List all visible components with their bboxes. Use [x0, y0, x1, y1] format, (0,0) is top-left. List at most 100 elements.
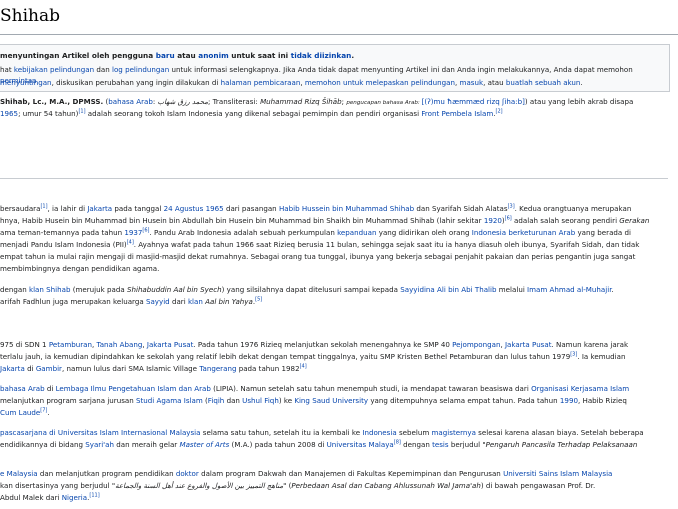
link-1965[interactable]: 1965: [0, 109, 18, 118]
text: ama teman-temannya pada tahun: [0, 228, 125, 237]
link-studi-agama-islam[interactable]: Studi Agama Islam: [136, 396, 203, 405]
link-bahasa-arab[interactable]: bahasa Arab: [0, 384, 45, 393]
pronunciation-label: pengucapan bahasa Arab:: [346, 100, 422, 106]
link-doktor[interactable]: doktor: [176, 469, 199, 478]
link-log-pelindungan[interactable]: log pelindungan: [112, 65, 169, 74]
link-kepanduan[interactable]: kepanduan: [337, 228, 376, 237]
link-syariah[interactable]: Syari'ah: [85, 440, 114, 449]
citation-2[interactable]: [2]: [496, 109, 503, 115]
p4-line-2: melanjutkan program sarjana jurusan Stud…: [0, 396, 627, 407]
link-pejompongan[interactable]: Pejompongan: [452, 340, 500, 349]
citation-1[interactable]: [1]: [78, 109, 85, 115]
link-king-saud[interactable]: King Saud University: [294, 396, 368, 405]
link-sayyid[interactable]: Sayyid: [146, 297, 170, 306]
link-halaman-pembicaraan[interactable]: halaman pembicaraan: [221, 78, 301, 87]
lead-text: ; umur 54 tahun): [18, 109, 79, 118]
text: empat tahun ia mulai rajin mengaji di ma…: [0, 252, 636, 261]
link-1937[interactable]: 1937: [124, 228, 142, 237]
p1-line-5: empat tahun ia mulai rajin mengaji di ma…: [0, 252, 635, 263]
text: , Habib Rizieq: [577, 396, 627, 405]
link-tesis[interactable]: tesis: [432, 440, 449, 449]
text: bersaudara: [0, 204, 41, 213]
citation[interactable]: [4]: [300, 364, 307, 370]
link-magister[interactable]: magisternya: [432, 428, 476, 437]
citation[interactable]: [8]: [394, 440, 401, 446]
p6-line-3: Abdul Malek dari Nigeria.[11]: [0, 493, 100, 504]
link-imam-ahmad[interactable]: Imam Ahmad al-Muhajir: [527, 285, 611, 294]
link-tangerang[interactable]: Tangerang: [199, 364, 236, 373]
p2-line-1: dengan klan Shihab (merujuk pada Shihabu…: [0, 285, 614, 296]
link-tidak-diizinkan[interactable]: tidak diizinkan: [291, 51, 352, 60]
link-habib-hussein[interactable]: Habib Hussein bin Muhammad Shihab: [279, 204, 414, 213]
link-buat-akun[interactable]: buatlah sebuah akun: [506, 78, 581, 87]
text: terlalu jauh, ia kemudian dipindahkan ke…: [0, 352, 571, 361]
text: Abdul Malek dari: [0, 493, 62, 502]
citation[interactable]: [5]: [255, 297, 262, 303]
link-fiqih[interactable]: Fiqih: [208, 396, 225, 405]
arabic-title: مناهج التمييز بين الأصول والفروع عند أهل…: [115, 482, 284, 490]
link-pascasarjana[interactable]: pascasarjana di: [0, 428, 58, 437]
p1-line-3: ama teman-temannya pada tahun 1937[6]. P…: [0, 228, 631, 239]
link-cum-laude[interactable]: Cum Laude: [0, 408, 40, 417]
link-indonesia-arab[interactable]: Indonesia berketurunan Arab: [472, 228, 575, 237]
text: (merujuk pada: [70, 285, 127, 294]
page-title: Shihab: [0, 6, 60, 26]
link-lipia[interactable]: Lembaga Ilmu Pengetahuan Islam dan Arab: [56, 384, 211, 393]
text: membimbingnya dengan pendidikan agama.: [0, 264, 160, 273]
link-gambir[interactable]: Gambir: [36, 364, 62, 373]
citation[interactable]: [1]: [40, 204, 47, 210]
link-ali-bin-abi-thalib[interactable]: Sayyidina Ali bin Abi Thalib: [400, 285, 496, 294]
text: hnya, Habib Husein bin Muhammad bin Huse…: [0, 216, 484, 225]
link-kebijakan-pelindungan[interactable]: kebijakan pelindungan: [14, 65, 94, 74]
link-masuk[interactable]: masuk: [460, 78, 484, 87]
link-ushul-fiqh[interactable]: Ushul Fiqh: [242, 396, 279, 405]
link-petamburan[interactable]: Petamburan: [49, 340, 92, 349]
link-date[interactable]: 24 Agustus 1965: [164, 204, 224, 213]
link-ipa[interactable]: [(ʔ)mu ħæmmæd rizq ʃiha:b]: [422, 97, 525, 106]
link-nigeria[interactable]: Nigeria: [62, 493, 87, 502]
link-universitas-malaya[interactable]: Universitas Malaya: [327, 440, 394, 449]
link-tanah-abang[interactable]: Tanah Abang: [97, 340, 143, 349]
link-memohon-melepaskan[interactable]: memohon untuk melepaskan pelindungan: [305, 78, 455, 87]
link-uiim[interactable]: Universitas Islam Internasional Malaysia: [58, 428, 201, 437]
link-indonesia[interactable]: Indonesia: [362, 428, 396, 437]
p5-line-2: endidikannya di bidang Syari'ah dan mera…: [0, 440, 637, 451]
citation[interactable]: [6]: [505, 216, 512, 222]
notice-text: .: [580, 78, 583, 87]
text: . Pada tahun 1976 Rizieq melanjutkan sek…: [193, 340, 453, 349]
text: arifah Fadhlun juga merupakan keluarga: [0, 297, 146, 306]
link-master-of-arts[interactable]: Master of Arts: [179, 440, 229, 449]
citation[interactable]: [6]: [142, 228, 149, 234]
link-1990[interactable]: 1990: [560, 396, 578, 405]
link-oki[interactable]: Organisasi Kerjasama Islam: [531, 384, 629, 393]
notice-text: atau: [174, 51, 199, 60]
link-jakarta[interactable]: Jakarta: [0, 364, 25, 373]
text: pada tanggal: [112, 204, 164, 213]
citation[interactable]: [3]: [508, 204, 515, 210]
text: dengan: [0, 285, 29, 294]
text: .: [47, 408, 50, 417]
link-jakarta-pusat[interactable]: Jakarta Pusat: [505, 340, 552, 349]
citation[interactable]: [4]: [127, 240, 134, 246]
link-klan[interactable]: klan: [188, 297, 203, 306]
text: adalah salah seorang pendiri: [511, 216, 620, 225]
link-1920[interactable]: 1920: [484, 216, 502, 225]
link-jakarta[interactable]: Jakarta: [87, 204, 112, 213]
p1-line-1: bersaudara[1], ia lahir di Jakarta pada …: [0, 204, 631, 215]
link-klan-shihab[interactable]: klan Shihab: [29, 285, 71, 294]
text: yang ditempuhnya selama empat tahun. Pad…: [368, 396, 560, 405]
link-anonim[interactable]: anonim: [198, 51, 228, 60]
link-front-pembela-islam[interactable]: Front Pembela Islam: [421, 109, 493, 118]
link-menyuntingan[interactable]: menyuntingan: [0, 78, 52, 87]
text: selama satu tahun, setelah itu ia kembal…: [200, 428, 363, 437]
link-usim[interactable]: Universiti Sains Islam Malaysia: [503, 469, 612, 478]
link-jakarta-pusat[interactable]: Jakarta Pusat: [147, 340, 194, 349]
p4-line-3: Cum Laude[7].: [0, 408, 50, 419]
citation[interactable]: [11]: [89, 493, 99, 499]
link-malaysia[interactable]: e Malaysia: [0, 469, 38, 478]
notice-text: untuk informasi selengkapnya. Jika Anda …: [169, 65, 633, 74]
p6-line-2: kan disertasinya yang berjudul "مناهج ال…: [0, 481, 595, 492]
link-bahasa-arab[interactable]: bahasa Arab: [108, 97, 153, 106]
link-baru[interactable]: baru: [156, 51, 175, 60]
protection-notice: menyuntingan Artikel oleh pengguna baru …: [0, 44, 670, 92]
